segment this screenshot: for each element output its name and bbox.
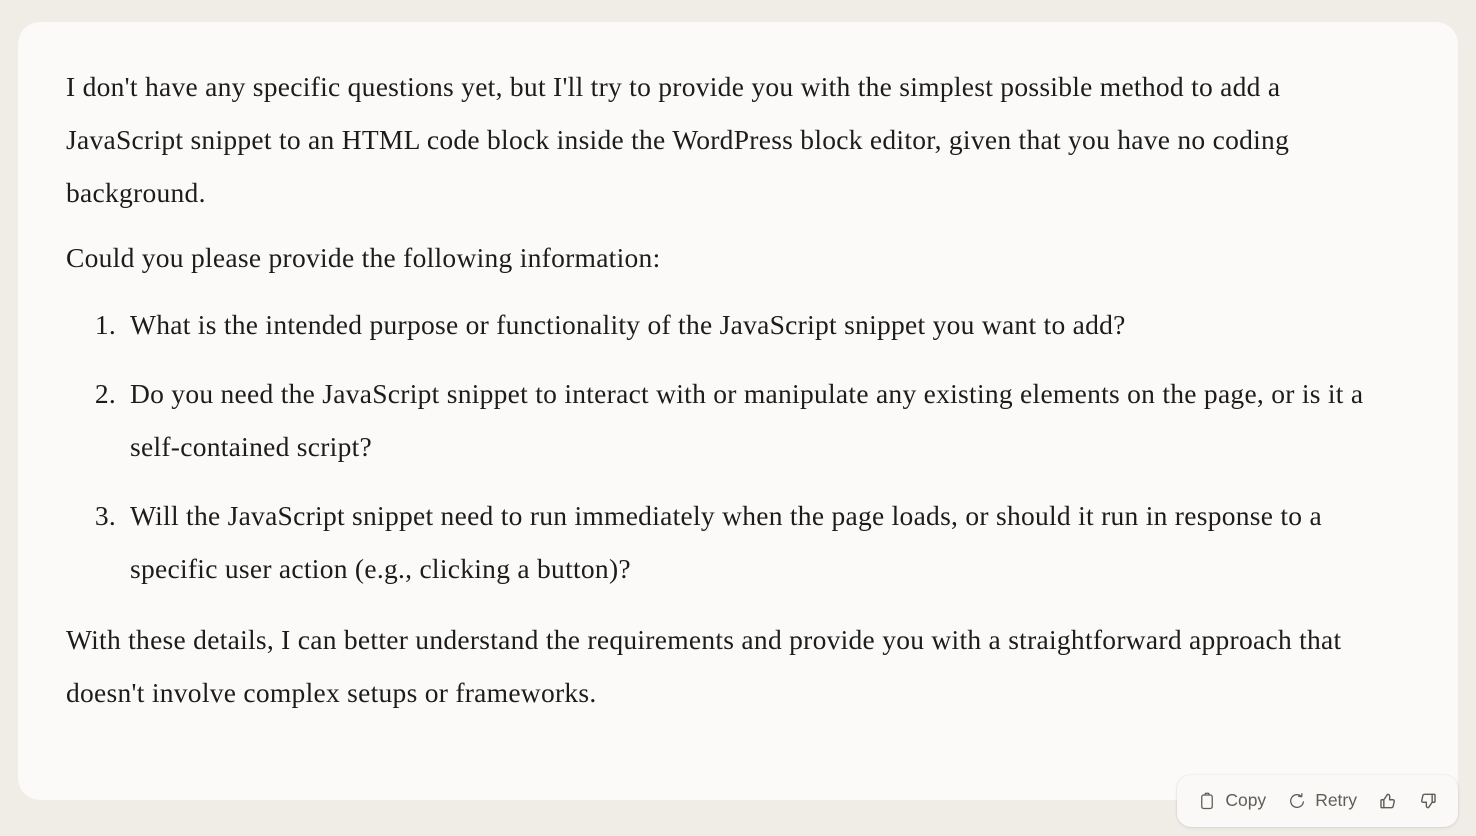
assistant-message-card: I don't have any specific questions yet,…: [18, 22, 1458, 800]
clipboard-icon: [1198, 792, 1216, 810]
message-action-toolbar: Copy Retry: [1177, 775, 1458, 827]
thumbs-down-button[interactable]: [1410, 782, 1446, 820]
thumbs-up-icon: [1378, 791, 1398, 811]
list-item: What is the intended purpose or function…: [66, 298, 1404, 351]
assistant-message-screen: I don't have any specific questions yet,…: [0, 0, 1476, 836]
question-text-2: Do you need the JavaScript snippet to in…: [130, 378, 1364, 462]
retry-button-label: Retry: [1315, 790, 1357, 811]
message-body: I don't have any specific questions yet,…: [66, 60, 1404, 719]
message-paragraph-3: With these details, I can better underst…: [66, 624, 1342, 708]
question-text-1: What is the intended purpose or function…: [130, 309, 1126, 340]
list-item: Will the JavaScript snippet need to run …: [66, 489, 1404, 595]
list-item: Do you need the JavaScript snippet to in…: [66, 367, 1404, 473]
question-text-3: Will the JavaScript snippet need to run …: [130, 500, 1322, 584]
retry-button[interactable]: Retry: [1279, 782, 1366, 820]
questions-list: What is the intended purpose or function…: [66, 298, 1404, 595]
copy-button-label: Copy: [1225, 790, 1267, 811]
message-paragraph-2: Could you please provide the following i…: [66, 242, 661, 273]
thumbs-down-icon: [1418, 791, 1438, 811]
message-paragraph-1: I don't have any specific questions yet,…: [66, 71, 1290, 208]
refresh-ccw-icon: [1288, 792, 1306, 810]
copy-button[interactable]: Copy: [1189, 782, 1275, 820]
thumbs-up-button[interactable]: [1370, 782, 1406, 820]
